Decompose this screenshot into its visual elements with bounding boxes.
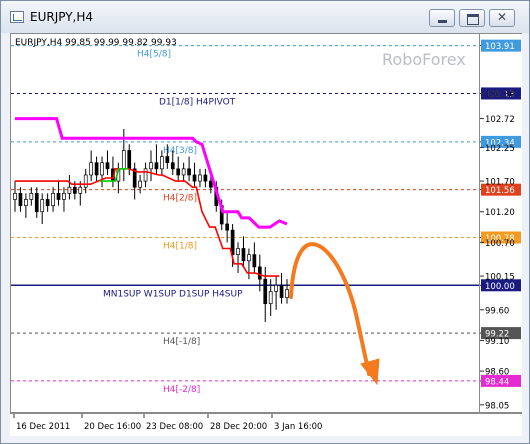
forecast-arrow-line — [289, 242, 371, 376]
price-tick-label: 101.70 — [485, 178, 515, 188]
window-title: EURJPY,H4 — [30, 10, 94, 24]
title-bar[interactable]: EURJPY,H4 — [1, 1, 529, 33]
candle-body — [138, 180, 142, 188]
candle-body — [181, 168, 186, 176]
candle-body — [18, 193, 23, 206]
price-tick-label: 100.70 — [485, 239, 515, 249]
time-tick-label: 20 Dec 16:00 — [84, 422, 141, 432]
candle-body — [24, 199, 28, 206]
candle-body — [67, 186, 72, 194]
chart-window: EURJPY,H4 H4[5/8]D1[1/8] H4PIVOTH4[3/8]H… — [0, 0, 530, 444]
broker-watermark: RoboForex — [382, 50, 466, 69]
candle-body — [192, 174, 197, 182]
level-label: D1[1/8] H4PIVOT — [159, 97, 236, 107]
candle-body — [56, 193, 61, 200]
time-tick-label: 16 Dec 2011 — [16, 422, 70, 432]
candle-body — [13, 193, 17, 200]
candle-body — [72, 186, 77, 194]
candle-body — [154, 162, 159, 170]
chart-canvas: H4[5/8] D1[1/8] H4PIVOT H4[3/8] H4[2/8] H4[1… — [11, 45, 479, 395]
candle-body — [121, 150, 126, 170]
candle-body — [247, 254, 251, 262]
level-label: H4[-1/8] — [163, 337, 200, 347]
price-tick-label: 99.10 — [485, 337, 509, 347]
candle-body — [160, 156, 164, 170]
price-tick-label: 103.30 — [485, 90, 515, 100]
price-tick-label: 102.25 — [485, 144, 515, 154]
candle-body — [149, 162, 153, 170]
candle-body — [78, 186, 83, 194]
price-tick-label: 101.56 — [485, 186, 515, 196]
candle-body — [274, 284, 278, 292]
candle-body — [40, 199, 45, 213]
candle-body — [94, 162, 99, 176]
price-tick-label: 101.20 — [485, 208, 515, 218]
red-trail-line — [15, 168, 280, 277]
candle-body — [236, 248, 240, 255]
time-tick-label: 3 Jan 16:00 — [274, 422, 322, 432]
candle-body — [257, 266, 262, 280]
level-label: H4[1/8] — [163, 241, 197, 251]
forecast-arrow-head — [360, 358, 380, 386]
candle-body — [45, 199, 50, 206]
candle-body — [51, 193, 55, 206]
price-axis-canvas: 103.91103.13102.34101.56100.78100.0099.2… — [480, 39, 521, 411]
price-axis[interactable]: 103.91 103.13 102.34 101.56 100.78 100.00 99.2… — [480, 33, 522, 413]
level-label: H4[3/8] — [163, 146, 197, 156]
candle-body — [241, 248, 246, 262]
price-tick-label: 98.05 — [485, 401, 509, 411]
candle-body — [285, 289, 289, 298]
level-label: H4[5/8] — [137, 50, 171, 60]
price-tick-label: 100.00 — [485, 282, 515, 292]
candle-body — [105, 162, 110, 170]
candle-body — [225, 223, 230, 231]
time-tick-label: 28 Dec 20:00 — [210, 422, 267, 432]
chart-window-icon — [10, 11, 24, 23]
candle-body — [62, 193, 66, 200]
symbol-ohlc-label: EURJPY,H4 99.85 99.99 99.82 99.93 — [15, 38, 177, 48]
maximize-button[interactable] — [459, 9, 485, 27]
chart-plot-area[interactable]: H4[5/8] D1[1/8] H4PIVOT H4[3/8] H4[2/8] H4[1… — [10, 33, 480, 413]
candle-body — [268, 291, 273, 305]
candle-body — [279, 284, 284, 298]
candle-body — [252, 254, 257, 268]
candle-body — [203, 174, 208, 182]
level-label: H4[2/8] — [163, 194, 197, 204]
level-label: MN1SUP W1SUP D1SUP H4SUP — [103, 289, 243, 299]
price-tick-label: 100.15 — [485, 273, 515, 283]
candle-body — [165, 156, 170, 164]
close-button[interactable] — [489, 9, 515, 27]
candle-body — [143, 168, 148, 182]
candle-body — [83, 174, 88, 188]
candle-body — [34, 193, 39, 213]
level-label: H4[-2/8] — [163, 385, 200, 395]
candle-body — [100, 162, 104, 176]
candle-body — [89, 162, 94, 176]
candle-body — [198, 174, 202, 182]
minimize-button[interactable] — [429, 9, 455, 27]
time-axis[interactable]: 16 Dec 2011 20 Dec 16:00 23 Dec 08:00 28 De… — [10, 413, 522, 436]
candle-body — [170, 162, 175, 170]
time-axis-canvas: 16 Dec 2011 20 Dec 16:00 23 Dec 08:00 28 De… — [13, 414, 322, 432]
price-tick-label: 103.91 — [485, 42, 515, 52]
candle-body — [127, 150, 132, 170]
candle-body — [263, 278, 268, 305]
candle-body — [29, 193, 34, 200]
price-tick-label: 98.60 — [485, 368, 509, 378]
candle-body — [187, 168, 191, 176]
time-tick-label: 23 Dec 08:00 — [146, 422, 203, 432]
candle-body — [208, 180, 213, 188]
candle-body — [176, 168, 181, 176]
price-tick-label: 98.44 — [485, 377, 509, 387]
price-tick-label: 99.60 — [485, 306, 509, 316]
price-tick-label: 102.72 — [485, 115, 515, 125]
